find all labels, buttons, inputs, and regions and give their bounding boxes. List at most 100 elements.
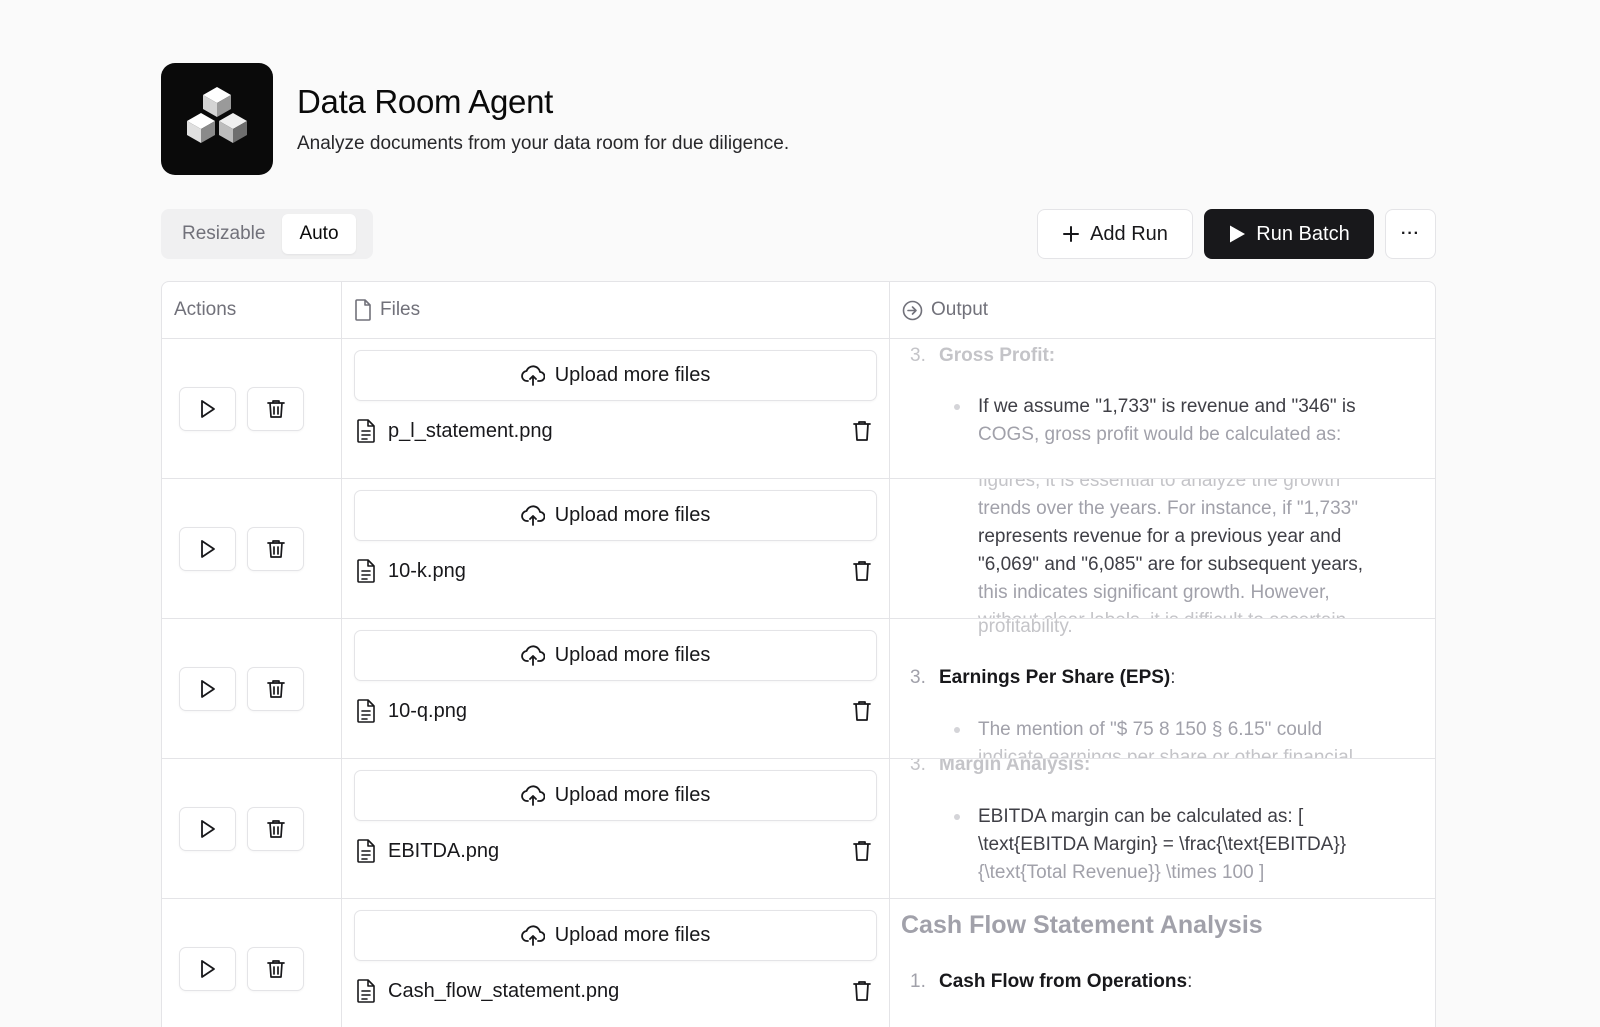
page-title: Data Room Agent (297, 83, 553, 120)
table-row: Upload more files p_l_statement.png 3. G… (162, 339, 1435, 479)
view-mode-toggle: Resizable Auto (161, 209, 373, 259)
trash-icon (853, 561, 871, 581)
delete-file-button[interactable] (853, 840, 871, 862)
arrow-circle-icon (902, 300, 923, 320)
ellipsis-icon: ··· (1401, 225, 1420, 242)
delete-file-button[interactable] (853, 420, 871, 442)
toggle-auto[interactable]: Auto (282, 214, 356, 254)
trash-icon (853, 701, 871, 721)
row-files: Upload more files 10-k.png (342, 479, 890, 618)
add-run-button[interactable]: Add Run (1037, 209, 1193, 259)
run-row-button[interactable] (179, 526, 236, 571)
document-icon (357, 979, 375, 1003)
table-row: Upload more files Cash_flow_statement.pn… (162, 899, 1435, 1027)
cloud-upload-icon (520, 364, 545, 386)
upload-more-files-button[interactable]: Upload more files (354, 770, 877, 821)
row-actions (162, 619, 342, 758)
row-files: Upload more files EBITDA.png (342, 759, 890, 898)
document-icon (357, 559, 375, 583)
trash-icon (266, 959, 285, 978)
delete-row-button[interactable] (247, 386, 304, 431)
bullet (954, 727, 960, 733)
delete-row-button[interactable] (247, 526, 304, 571)
file-name: EBITDA.png (388, 839, 500, 862)
header-actions: Actions (162, 282, 342, 338)
document-icon (357, 839, 375, 863)
document-icon (357, 699, 375, 723)
plus-icon (1063, 226, 1080, 242)
runs-table: Actions Files Output Upload more files p… (161, 281, 1436, 1027)
file-name: p_l_statement.png (388, 419, 553, 442)
play-outline-icon (200, 959, 215, 978)
upload-more-files-button[interactable]: Upload more files (354, 350, 877, 401)
add-run-label: Add Run (1090, 222, 1168, 245)
table-row: Upload more files 10-q.png profitability… (162, 619, 1435, 759)
stacked-cubes-icon (161, 63, 273, 175)
play-outline-icon (200, 399, 215, 418)
run-row-button[interactable] (179, 806, 236, 851)
table-header: Actions Files Output (162, 282, 1435, 339)
cloud-upload-icon (520, 924, 545, 946)
row-actions (162, 899, 342, 1027)
trash-icon (853, 981, 871, 1001)
run-batch-label: Run Batch (1256, 222, 1350, 245)
file-item: Cash_flow_statement.png (354, 961, 877, 1021)
row-files: Upload more files p_l_statement.png (342, 339, 890, 478)
trash-icon (266, 399, 285, 418)
bullet (954, 404, 960, 410)
delete-file-button[interactable] (853, 560, 871, 582)
delete-row-button[interactable] (247, 946, 304, 991)
file-item: 10-k.png (354, 541, 877, 601)
app-header: Data Room Agent Analyze documents from y… (161, 63, 789, 175)
upload-more-files-button[interactable]: Upload more files (354, 910, 877, 961)
file-item: p_l_statement.png (354, 401, 877, 461)
output-heading: Cash Flow Statement Analysis (901, 911, 1263, 939)
row-actions (162, 759, 342, 898)
play-outline-icon (200, 819, 215, 838)
row-output: profitability. 3. Earnings Per Share (EP… (910, 619, 1353, 758)
run-row-button[interactable] (179, 666, 236, 711)
delete-file-button[interactable] (853, 980, 871, 1002)
cloud-upload-icon (520, 784, 545, 806)
row-files: Upload more files 10-q.png (342, 619, 890, 758)
trash-icon (266, 539, 285, 558)
play-outline-icon (200, 539, 215, 558)
file-item: 10-q.png (354, 681, 877, 741)
file-item: EBITDA.png (354, 821, 877, 881)
play-icon (1230, 225, 1246, 243)
trash-icon (266, 819, 285, 838)
file-name: 10-k.png (388, 559, 466, 582)
row-output: Cash Flow Statement Analysis 1. Cash Flo… (901, 911, 1263, 992)
header-files: Files (342, 282, 890, 338)
trash-icon (853, 841, 871, 861)
delete-row-button[interactable] (247, 806, 304, 851)
delete-file-button[interactable] (853, 700, 871, 722)
file-icon (355, 299, 371, 321)
file-name: Cash_flow_statement.png (388, 979, 620, 1002)
trash-icon (266, 679, 285, 698)
delete-row-button[interactable] (247, 666, 304, 711)
header-output: Output (890, 282, 1435, 338)
cloud-upload-icon (520, 644, 545, 666)
run-row-button[interactable] (179, 386, 236, 431)
upload-more-files-button[interactable]: Upload more files (354, 630, 877, 681)
row-actions (162, 479, 342, 618)
run-row-button[interactable] (179, 946, 236, 991)
table-row: Upload more files EBITDA.png 3. Margin A… (162, 759, 1435, 899)
play-outline-icon (200, 679, 215, 698)
bullet (954, 814, 960, 820)
more-options-button[interactable]: ··· (1385, 209, 1436, 259)
run-batch-button[interactable]: Run Batch (1204, 209, 1374, 259)
cloud-upload-icon (520, 504, 545, 526)
row-files: Upload more files Cash_flow_statement.pn… (342, 899, 890, 1027)
row-output: figures, it is essential to analyze the … (978, 479, 1364, 618)
toggle-resizable[interactable]: Resizable (165, 214, 282, 254)
row-output: 3. Margin Analysis: EBITDA margin can be… (910, 759, 1347, 883)
document-icon (357, 419, 375, 443)
upload-more-files-button[interactable]: Upload more files (354, 490, 877, 541)
table-row: Upload more files 10-k.png figures, it i… (162, 479, 1435, 619)
trash-icon (853, 421, 871, 441)
row-output: 3. Gross Profit: If we assume "1,733" is… (910, 345, 1356, 445)
row-actions (162, 339, 342, 478)
page-subtitle: Analyze documents from your data room fo… (297, 133, 790, 154)
